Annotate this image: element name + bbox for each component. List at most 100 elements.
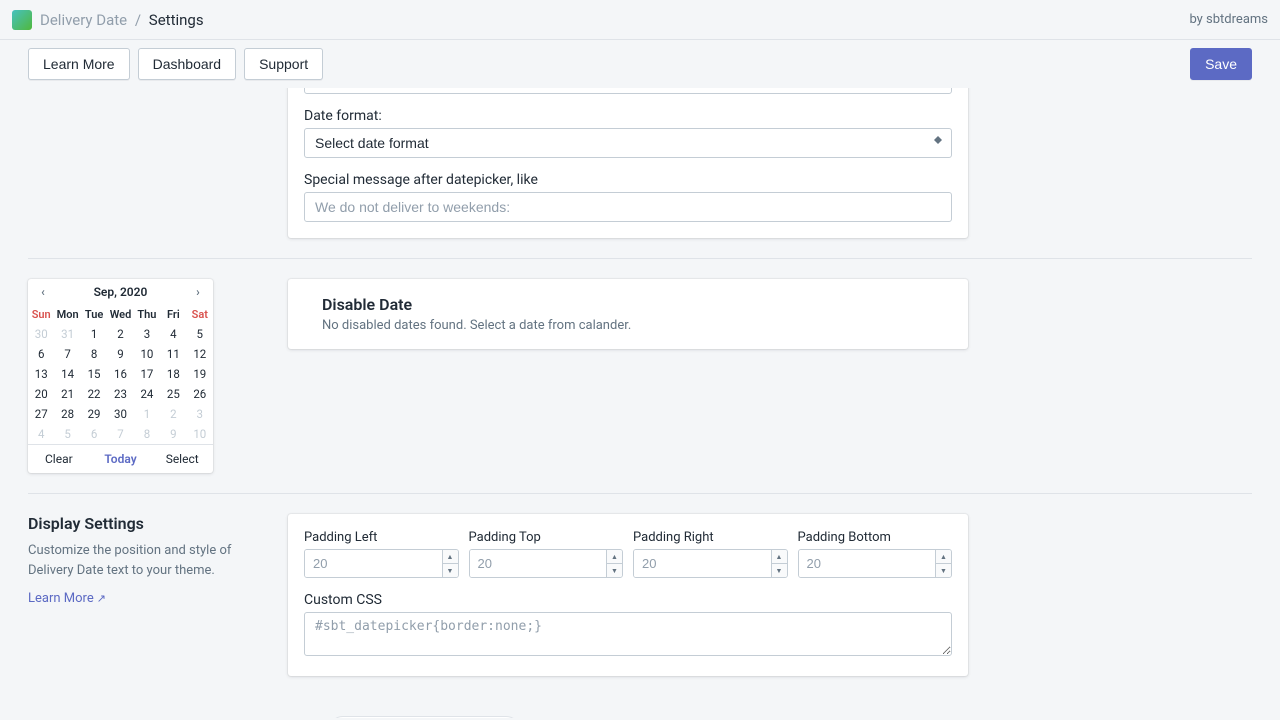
calendar-clear-button[interactable]: Clear: [28, 445, 90, 473]
calendar-day[interactable]: 18: [160, 364, 186, 384]
date-format-label: Date format:: [304, 108, 952, 124]
calendar-day: 9: [160, 424, 186, 444]
breadcrumb-app[interactable]: Delivery Date: [40, 11, 127, 29]
calendar-day[interactable]: 23: [107, 384, 133, 404]
calendar-dow: Tue: [81, 305, 107, 324]
calendar-day[interactable]: 27: [28, 404, 54, 424]
calendar-dow: Mon: [54, 305, 80, 324]
calendar-day[interactable]: 20: [28, 384, 54, 404]
calendar-day[interactable]: 17: [134, 364, 160, 384]
calendar-next-icon[interactable]: ›: [191, 285, 205, 299]
calendar-day[interactable]: 25: [160, 384, 186, 404]
padding-right-input[interactable]: [634, 550, 771, 577]
calendar-day[interactable]: 8: [81, 344, 107, 364]
calendar-day[interactable]: 21: [54, 384, 80, 404]
calendar-day[interactable]: 14: [54, 364, 80, 384]
dashboard-button[interactable]: Dashboard: [138, 48, 237, 80]
special-message-input[interactable]: [304, 192, 952, 222]
calendar-day[interactable]: 10: [134, 344, 160, 364]
calendar-day[interactable]: 26: [187, 384, 213, 404]
calendar-dow: Sat: [187, 305, 213, 324]
padding-left-input[interactable]: [305, 550, 442, 577]
breadcrumb: Delivery Date / Settings: [40, 11, 204, 29]
stepper-up-icon[interactable]: ▲: [772, 550, 787, 564]
stepper-down-icon[interactable]: ▼: [772, 564, 787, 577]
calendar-dow: Wed: [107, 305, 133, 324]
calendar-day[interactable]: 11: [160, 344, 186, 364]
padding-top-label: Padding Top: [469, 530, 624, 545]
padding-bottom-input[interactable]: [799, 550, 936, 577]
disable-date-title: Disable Date: [304, 295, 952, 314]
toolbar: Learn More Dashboard Support Save: [0, 40, 1280, 88]
calendar-dow: Fri: [160, 305, 186, 324]
calendar-day: 30: [28, 324, 54, 344]
calendar-day[interactable]: 19: [187, 364, 213, 384]
calendar-day[interactable]: 22: [81, 384, 107, 404]
calendar-day: 10: [187, 424, 213, 444]
calendar-title[interactable]: Sep, 2020: [94, 285, 148, 299]
special-message-label: Special message after datepicker, like: [304, 172, 952, 188]
calendar-dow: Sun: [28, 305, 54, 324]
calendar-day: 2: [160, 404, 186, 424]
learn-more-button[interactable]: Learn More: [28, 48, 130, 80]
calendar-day[interactable]: 29: [81, 404, 107, 424]
calendar-day[interactable]: 30: [107, 404, 133, 424]
calendar-day[interactable]: 13: [28, 364, 54, 384]
stepper-up-icon[interactable]: ▲: [936, 550, 951, 564]
calendar-day: 8: [134, 424, 160, 444]
save-button[interactable]: Save: [1190, 48, 1252, 80]
apps-from-badge: Apps from SBT Dreams.: [328, 716, 521, 718]
calendar-day[interactable]: 15: [81, 364, 107, 384]
picker-label-input[interactable]: [304, 88, 952, 94]
display-settings-desc: Customize the position and style of Deli…: [28, 541, 268, 580]
calendar-day[interactable]: 5: [187, 324, 213, 344]
calendar-day[interactable]: 2: [107, 324, 133, 344]
custom-css-label: Custom CSS: [304, 592, 952, 608]
external-link-icon: ↗: [97, 592, 106, 605]
calendar-day[interactable]: 12: [187, 344, 213, 364]
calendar-day[interactable]: 7: [54, 344, 80, 364]
calendar-day[interactable]: 16: [107, 364, 133, 384]
calendar-day: 5: [54, 424, 80, 444]
calendar-day: 4: [28, 424, 54, 444]
padding-bottom-label: Padding Bottom: [798, 530, 953, 545]
disable-date-empty-text: No disabled dates found. Select a date f…: [304, 318, 952, 333]
calendar-day[interactable]: 4: [160, 324, 186, 344]
calendar-day: 7: [107, 424, 133, 444]
custom-css-textarea[interactable]: [304, 612, 952, 656]
stepper-down-icon[interactable]: ▼: [443, 564, 458, 577]
stepper-down-icon[interactable]: ▼: [936, 564, 951, 577]
calendar-prev-icon[interactable]: ‹: [36, 285, 50, 299]
app-icon: [12, 10, 32, 30]
calendar-day: 3: [187, 404, 213, 424]
calendar-day: 6: [81, 424, 107, 444]
display-settings-card: Padding Left ▲▼ Padding Top ▲▼: [288, 514, 968, 676]
author-credit: by sbtdreams: [1189, 12, 1268, 27]
disable-date-card: Disable Date No disabled dates found. Se…: [288, 279, 968, 349]
calendar-day[interactable]: 9: [107, 344, 133, 364]
stepper-down-icon[interactable]: ▼: [607, 564, 622, 577]
display-learn-more-link[interactable]: Learn More↗: [28, 591, 106, 606]
calendar-day[interactable]: 1: [81, 324, 107, 344]
topbar: Delivery Date / Settings by sbtdreams: [0, 0, 1280, 40]
calendar-day[interactable]: 3: [134, 324, 160, 344]
calendar-today-button[interactable]: Today: [90, 445, 152, 473]
padding-top-input[interactable]: [470, 550, 607, 577]
date-format-select[interactable]: Select date format: [304, 128, 952, 158]
calendar-dow: Thu: [134, 305, 160, 324]
padding-right-label: Padding Right: [633, 530, 788, 545]
display-settings-title: Display Settings: [28, 514, 268, 533]
calendar: ‹ Sep, 2020 › SunMonTueWedThuFriSat 3031…: [28, 279, 213, 473]
breadcrumb-page: Settings: [149, 11, 204, 29]
calendar-day[interactable]: 24: [134, 384, 160, 404]
padding-left-label: Padding Left: [304, 530, 459, 545]
calendar-select-button[interactable]: Select: [151, 445, 213, 473]
calendar-day: 31: [54, 324, 80, 344]
calendar-day: 1: [134, 404, 160, 424]
calendar-day[interactable]: 6: [28, 344, 54, 364]
stepper-up-icon[interactable]: ▲: [443, 550, 458, 564]
datepicker-settings-card: Date format: Select date format Special …: [288, 88, 968, 238]
support-button[interactable]: Support: [244, 48, 323, 80]
stepper-up-icon[interactable]: ▲: [607, 550, 622, 564]
calendar-day[interactable]: 28: [54, 404, 80, 424]
